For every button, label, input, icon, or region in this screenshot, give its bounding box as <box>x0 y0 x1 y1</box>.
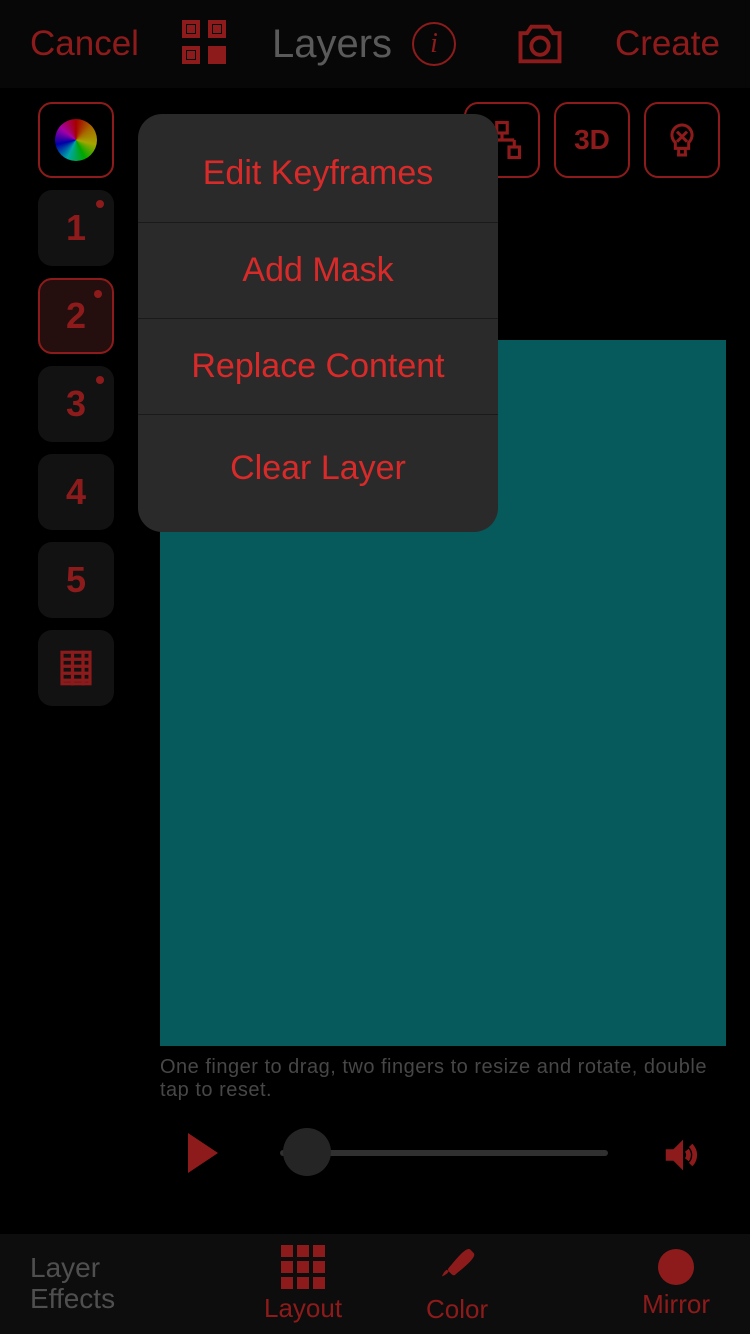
menu-add-mask[interactable]: Add Mask <box>138 222 498 318</box>
page-title: Layers <box>272 22 392 67</box>
layer-label: 2 <box>66 295 86 337</box>
create-button[interactable]: Create <box>615 24 720 64</box>
volume-button[interactable] <box>660 1132 706 1183</box>
tab-mirror[interactable]: Mirror <box>642 1249 710 1320</box>
three-d-button[interactable]: 3D <box>554 102 630 178</box>
layer-button-1[interactable]: 1 <box>38 190 114 266</box>
layer-sidebar: 1 2 3 4 5 <box>38 102 116 718</box>
layer-button-3[interactable]: 3 <box>38 366 114 442</box>
layer-effects-label[interactable]: LayerEffects <box>30 1253 170 1315</box>
cancel-button[interactable]: Cancel <box>30 24 139 64</box>
menu-edit-keyframes[interactable]: Edit Keyframes <box>138 114 498 222</box>
content-dot-icon <box>94 290 102 298</box>
tab-label: Mirror <box>642 1289 710 1320</box>
content-dot-icon <box>96 200 104 208</box>
top-bar: Cancel Layers i Create <box>0 0 750 88</box>
playback-bar <box>0 1108 750 1198</box>
menu-replace-content[interactable]: Replace Content <box>138 318 498 414</box>
content-dot-icon <box>96 376 104 384</box>
timeline-thumb[interactable] <box>283 1128 331 1176</box>
tab-color[interactable]: Color <box>426 1243 488 1325</box>
layer-label: 5 <box>66 559 86 601</box>
color-wheel-button[interactable] <box>38 102 114 178</box>
menu-clear-layer[interactable]: Clear Layer <box>138 414 498 532</box>
layer-context-menu: Edit Keyframes Add Mask Replace Content … <box>138 114 498 532</box>
camera-icon[interactable] <box>514 18 566 75</box>
layer-label: 4 <box>66 471 86 513</box>
grid-icon <box>281 1245 325 1289</box>
hint-toggle-button[interactable] <box>644 102 720 178</box>
tab-layout[interactable]: Layout <box>264 1245 342 1324</box>
bottom-bar: LayerEffects Layout Color Mirror <box>0 1234 750 1334</box>
info-icon[interactable]: i <box>412 22 456 66</box>
gesture-hint-text: One finger to drag, two fingers to resiz… <box>160 1056 720 1102</box>
face-icon <box>658 1249 694 1285</box>
layer-label: 3 <box>66 383 86 425</box>
qr-icon[interactable] <box>180 18 228 71</box>
color-wheel-icon <box>55 119 97 161</box>
layer-button-2[interactable]: 2 <box>38 278 114 354</box>
brush-icon <box>437 1243 477 1290</box>
tab-label: Color <box>426 1294 488 1325</box>
top-right-tools: 3D <box>464 102 720 178</box>
play-button[interactable] <box>188 1133 218 1173</box>
layer-label: 1 <box>66 207 86 249</box>
layer-button-4[interactable]: 4 <box>38 454 114 530</box>
tab-label: Layout <box>264 1293 342 1324</box>
layer-button-5[interactable]: 5 <box>38 542 114 618</box>
frames-button[interactable] <box>38 630 114 706</box>
